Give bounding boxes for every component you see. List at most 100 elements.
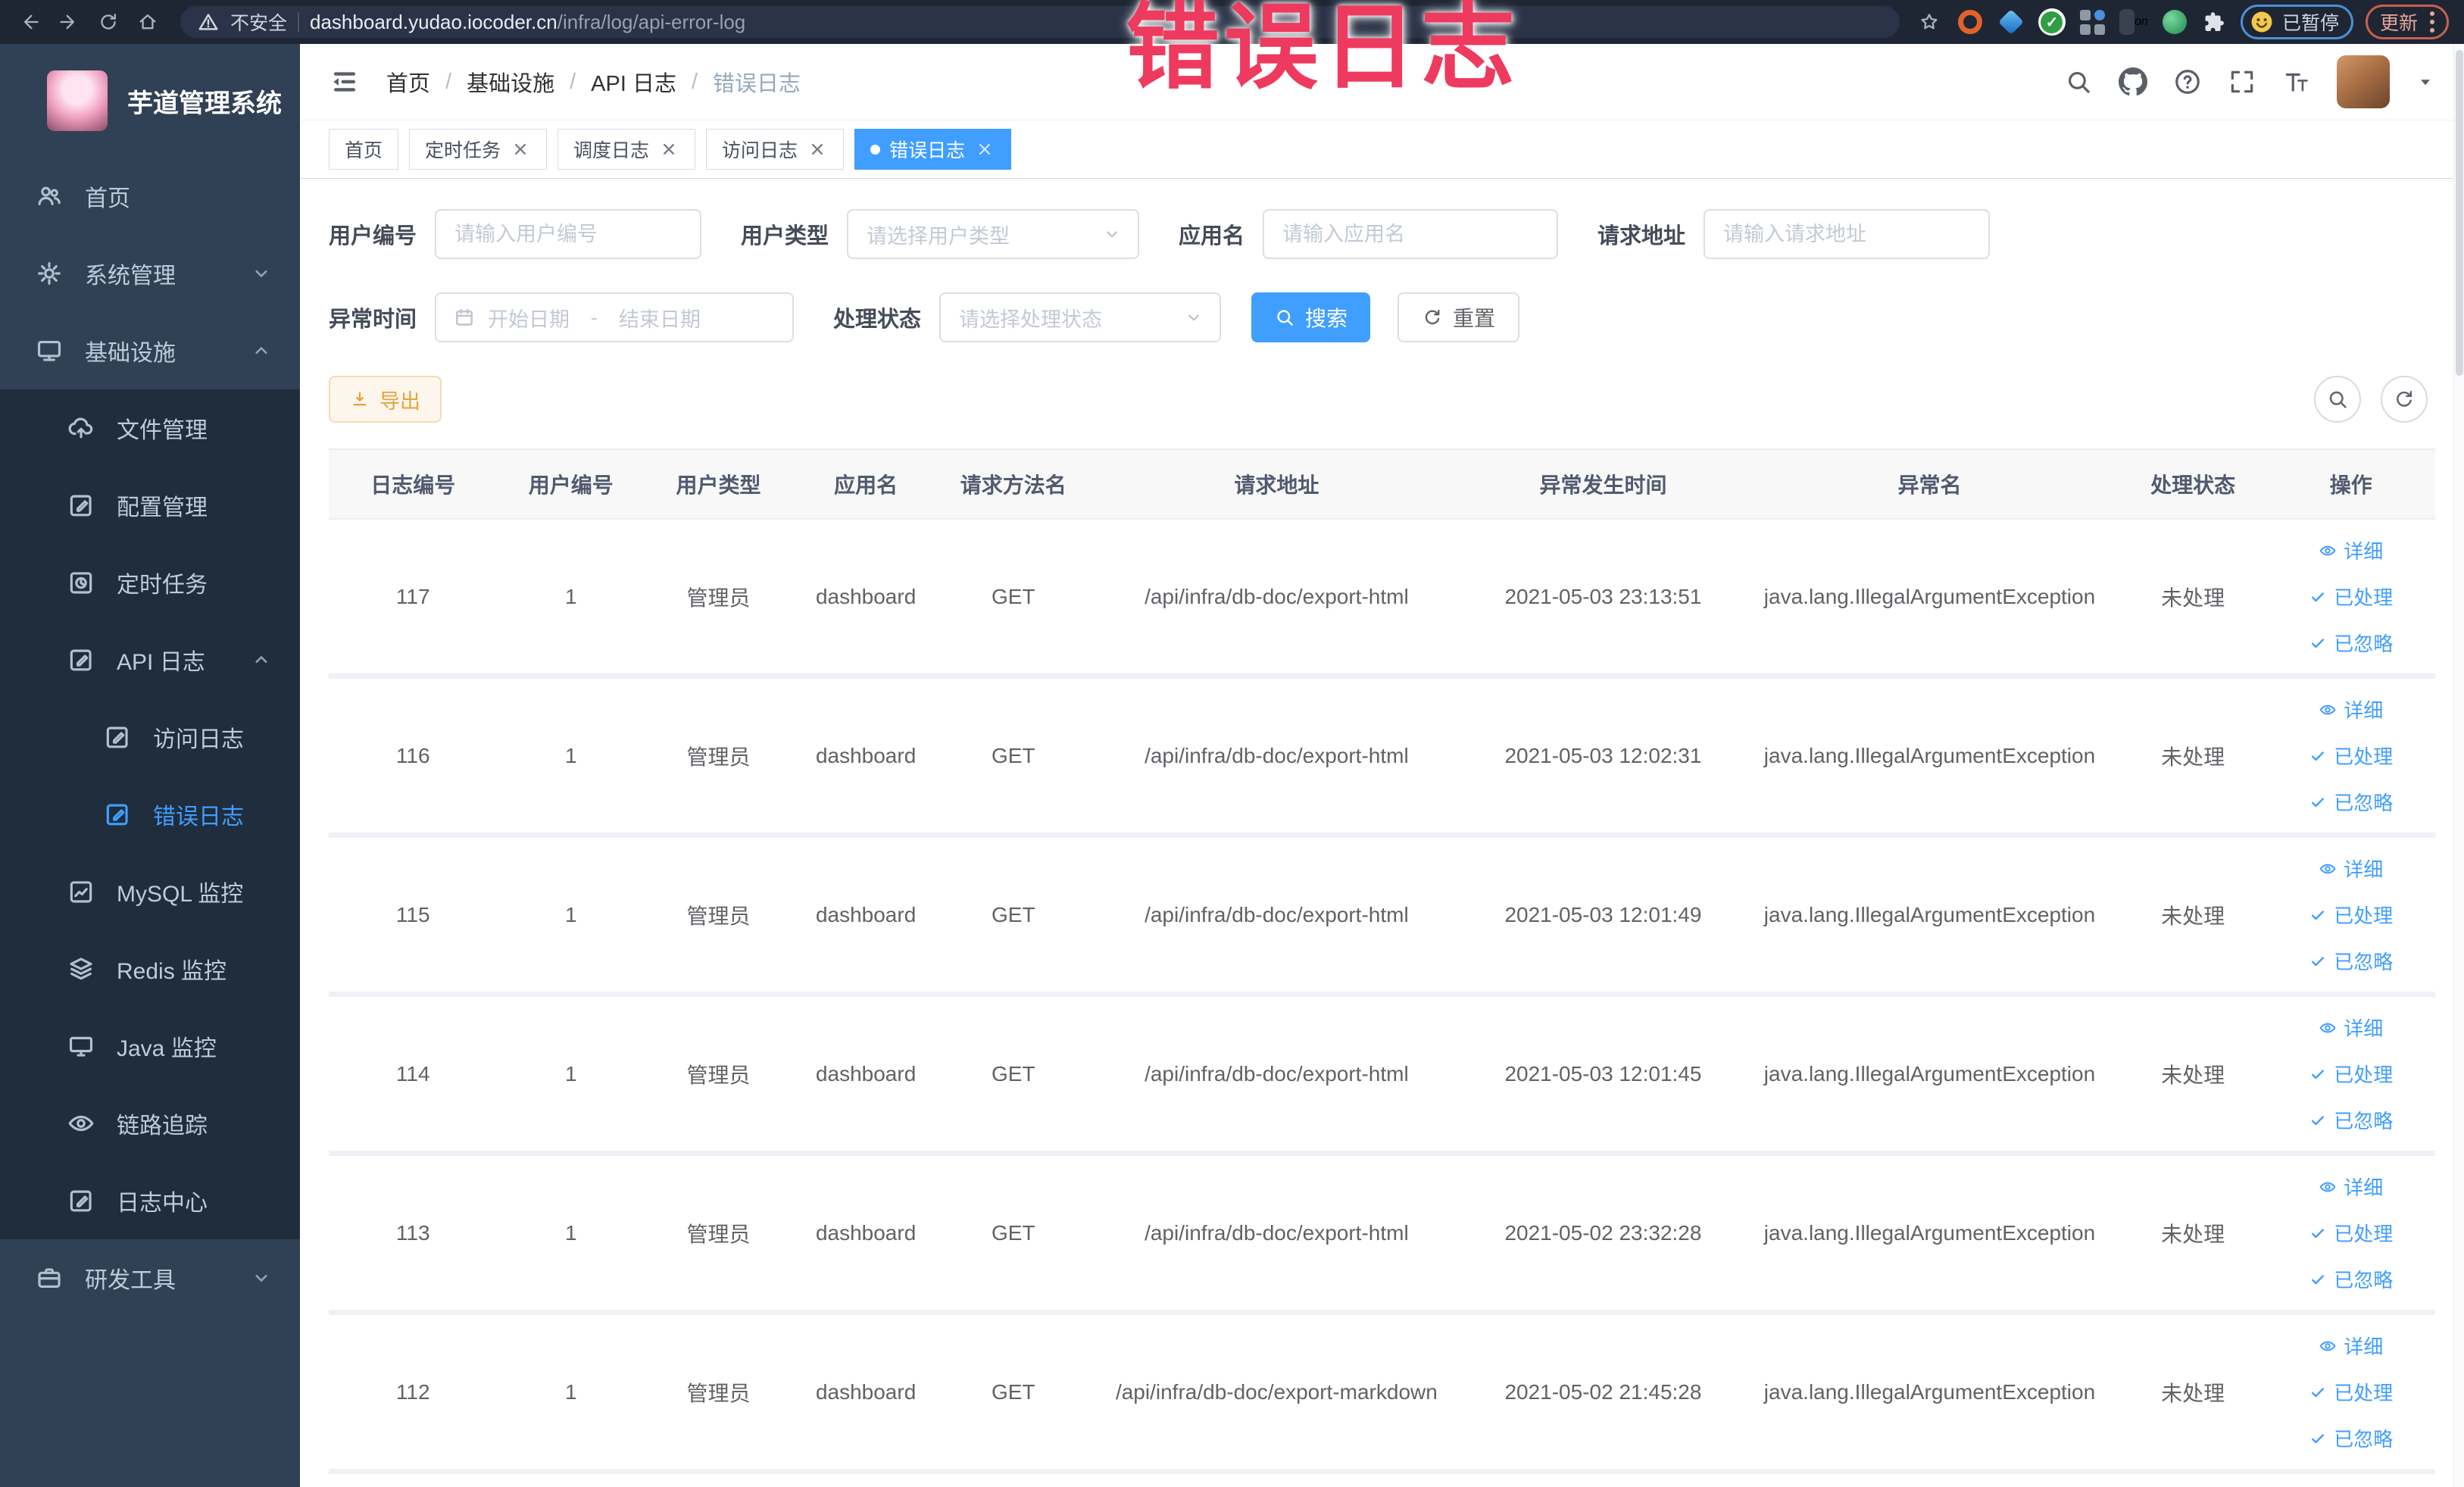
sidebar-item-Java 监控[interactable]: Java 监控: [0, 1007, 300, 1085]
tab-访问日志[interactable]: 访问日志: [706, 129, 845, 170]
tab-定时任务[interactable]: 定时任务: [409, 129, 548, 170]
sidebar-item-研发工具[interactable]: 研发工具: [0, 1239, 300, 1317]
search-icon[interactable]: [2064, 67, 2093, 96]
breadcrumb-item-基础设施[interactable]: 基础设施: [467, 66, 554, 98]
tab-close-icon[interactable]: [658, 139, 679, 160]
action-已忽略-link[interactable]: 已忽略: [2272, 1097, 2429, 1143]
action-已忽略-link[interactable]: 已忽略: [2272, 938, 2429, 984]
browser-menu-dots-icon[interactable]: [2430, 11, 2434, 33]
extension-blue-diamond-icon[interactable]: [1997, 8, 2025, 36]
toggle-search-button[interactable]: [2314, 376, 2361, 423]
tab-close-icon[interactable]: [807, 139, 828, 160]
fullscreen-icon[interactable]: [2228, 67, 2256, 96]
browser-forward-icon[interactable]: [52, 5, 86, 39]
app-title: 芋道管理系统: [127, 89, 282, 118]
action-label: 已处理: [2334, 1223, 2394, 1245]
help-icon[interactable]: [2173, 67, 2202, 96]
browser-reload-icon[interactable]: [91, 5, 126, 39]
extension-green-check-icon[interactable]: ✓: [2038, 8, 2066, 36]
security-label: 不安全: [230, 13, 288, 34]
sidebar-item-访问日志[interactable]: 访问日志: [0, 698, 300, 776]
profile-chip[interactable]: 已暂停: [2240, 5, 2353, 39]
extension-leaf-icon[interactable]: [2160, 8, 2189, 36]
avatar-caret-down-icon[interactable]: [2416, 72, 2435, 92]
action-已忽略-link[interactable]: 已忽略: [2272, 620, 2429, 666]
eye-icon: [67, 1109, 95, 1138]
action-详细-link[interactable]: 详细: [2272, 1323, 2429, 1369]
extension-on-badge-icon[interactable]: on: [2119, 8, 2148, 36]
user-type-select[interactable]: 请选择用户类型: [847, 209, 1140, 259]
search-button[interactable]: 搜索: [1251, 292, 1371, 342]
extension-orange-ring-icon[interactable]: [1956, 8, 1985, 36]
action-已处理-link[interactable]: 已处理: [2272, 1210, 2429, 1256]
extensions-puzzle-icon[interactable]: [2201, 8, 2228, 36]
reset-button[interactable]: 重置: [1398, 292, 1520, 342]
font-size-icon[interactable]: [2282, 67, 2311, 96]
refresh-table-button[interactable]: [2381, 376, 2428, 423]
sidebar-collapse-icon[interactable]: [329, 66, 361, 98]
sidebar-item-文件管理[interactable]: 文件管理: [0, 389, 300, 467]
edit-square-icon: [67, 645, 95, 674]
sidebar-item-基础设施[interactable]: 基础设施: [0, 312, 300, 389]
table-row: 114 1 管理员 dashboard GET/api/infra/db-doc/exp…: [329, 994, 2435, 1156]
action-已忽略-link[interactable]: 已忽略: [2272, 779, 2429, 825]
browser-address-bar[interactable]: 不安全 dashboard.yudao.iocoder.cn/infra/log…: [180, 6, 1900, 38]
exception-name-cell: java.lang.IllegalArgumentException: [1740, 835, 2119, 997]
action-详细-link[interactable]: 详细: [2272, 686, 2429, 733]
extension-grid-apps-icon[interactable]: [2078, 8, 2107, 36]
action-已忽略-link[interactable]: 已忽略: [2272, 1415, 2429, 1461]
browser-home-icon[interactable]: [130, 5, 165, 39]
sidebar-item-MySQL 监控[interactable]: MySQL 监控: [0, 853, 300, 930]
browser-back-icon[interactable]: [12, 5, 47, 39]
export-button[interactable]: 导出: [329, 376, 442, 423]
tab-close-icon[interactable]: [974, 139, 995, 160]
action-已忽略-link[interactable]: 已忽略: [2272, 1256, 2429, 1302]
breadcrumb-item-错误日志: 错误日志: [713, 72, 801, 96]
bookmark-star-icon[interactable]: [1915, 8, 1944, 36]
tab-错误日志[interactable]: 错误日志: [854, 129, 1012, 170]
sidebar-item-API 日志[interactable]: API 日志: [0, 621, 300, 698]
app-name-input[interactable]: [1263, 209, 1559, 259]
user-id-input[interactable]: [435, 209, 702, 259]
action-已处理-link[interactable]: 已处理: [2272, 733, 2429, 779]
request-url-input[interactable]: [1704, 209, 1991, 259]
sidebar-item-Redis 监控[interactable]: Redis 监控: [0, 930, 300, 1007]
action-详细-link[interactable]: 详细: [2272, 845, 2429, 892]
action-已处理-link[interactable]: 已处理: [2272, 573, 2429, 620]
github-icon[interactable]: [2119, 67, 2147, 96]
check-icon: [2309, 1270, 2327, 1289]
action-已处理-link[interactable]: 已处理: [2272, 1051, 2429, 1097]
scrollbar-thumb[interactable]: [2456, 50, 2463, 376]
breadcrumb-item-首页[interactable]: 首页: [386, 66, 430, 98]
user-avatar[interactable]: [2337, 55, 2390, 108]
sidebar-item-链路追踪[interactable]: 链路追踪: [0, 1085, 300, 1162]
action-已处理-link[interactable]: 已处理: [2272, 1369, 2429, 1415]
check-icon: [2309, 906, 2327, 924]
sidebar-item-定时任务[interactable]: 定时任务: [0, 544, 300, 621]
app-window: 芋道管理系统 首页 系统管理 基础设施 文件管理 配置管理 定时任务 API 日志 访问日志错…: [0, 44, 2464, 1487]
app-logo[interactable]: 芋道管理系统: [0, 44, 300, 158]
exception-time-range-input[interactable]: 开始日期 - 结束日期: [435, 292, 795, 342]
sidebar-item-系统管理[interactable]: 系统管理: [0, 235, 300, 312]
tab-close-icon[interactable]: [510, 139, 531, 160]
process-status-cell: 未处理: [2119, 1312, 2267, 1474]
action-详细-link[interactable]: 详细: [2272, 1004, 2429, 1051]
check-icon: [2309, 1224, 2327, 1242]
action-详细-link[interactable]: 详细: [2272, 527, 2429, 573]
table-row: 117 1 管理员 dashboard GET/api/infra/db-doc/exp…: [329, 519, 2435, 679]
sidebar-item-label: 首页: [85, 186, 130, 211]
browser-update-button[interactable]: 更新: [2365, 5, 2449, 39]
sidebar-item-配置管理[interactable]: 配置管理: [0, 467, 300, 544]
tab-调度日志[interactable]: 调度日志: [557, 129, 696, 170]
sidebar-item-日志中心[interactable]: 日志中心: [0, 1162, 300, 1239]
sidebar-item-首页[interactable]: 首页: [0, 158, 300, 235]
request-url-cell: /api/infra/db-doc/export-html: [1087, 994, 1466, 1156]
sidebar-item-错误日志[interactable]: 错误日志: [0, 776, 300, 853]
page-scrollbar[interactable]: [2453, 44, 2464, 1487]
process-status-select[interactable]: 请选择处理状态: [939, 292, 1222, 342]
breadcrumb-item-API 日志[interactable]: API 日志: [591, 66, 676, 98]
action-已处理-link[interactable]: 已处理: [2272, 892, 2429, 938]
action-详细-link[interactable]: 详细: [2272, 1164, 2429, 1210]
browser-toolbar: 不安全 dashboard.yudao.iocoder.cn/infra/log…: [0, 0, 2464, 44]
tab-首页[interactable]: 首页: [329, 129, 399, 170]
